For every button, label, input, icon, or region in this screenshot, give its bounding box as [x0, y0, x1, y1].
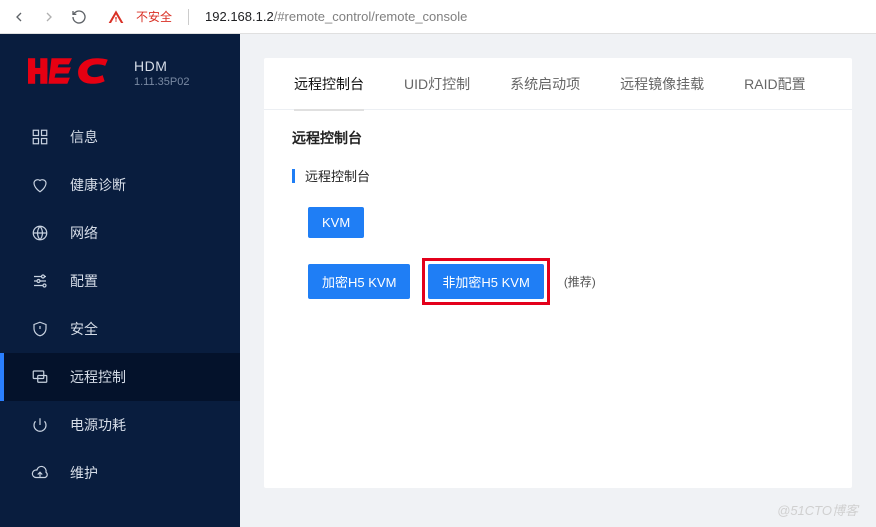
url-host: 192.168.1.2 [205, 9, 274, 24]
sidebar-item-label: 信息 [70, 127, 98, 147]
sidebar-item-power[interactable]: 电源功耗 [0, 401, 240, 449]
unencrypted-h5-kvm-button[interactable]: 非加密H5 KVM [428, 264, 543, 299]
browser-bar: 不安全 192.168.1.2/#remote_control/remote_c… [0, 0, 876, 34]
sidebar-nav: 信息 健康诊断 网络 配置 安全 远程控制 [0, 113, 240, 497]
brand-version: 1.11.35P02 [134, 76, 189, 88]
not-secure-label: 不安全 [136, 8, 172, 25]
watermark: @51CTO博客 [777, 500, 858, 519]
warning-icon [108, 9, 124, 25]
sidebar-item-network[interactable]: 网络 [0, 209, 240, 257]
brand: HDM 1.11.35P02 [0, 52, 240, 113]
divider [188, 9, 189, 25]
kvm-button[interactable]: KVM [308, 207, 364, 238]
brand-title: HDM [134, 58, 189, 74]
url-path: /#remote_control/remote_console [274, 9, 468, 24]
sidebar-item-label: 配置 [70, 271, 98, 291]
sidebar-item-label: 安全 [70, 319, 98, 339]
tab-uid[interactable]: UID灯控制 [384, 58, 490, 110]
shield-icon [30, 319, 50, 339]
sidebar-item-label: 电源功耗 [70, 415, 126, 435]
encrypted-h5-kvm-button[interactable]: 加密H5 KVM [308, 264, 410, 299]
address-bar[interactable]: 192.168.1.2/#remote_control/remote_conso… [205, 9, 467, 24]
forward-icon[interactable] [38, 6, 60, 28]
sidebar-item-config[interactable]: 配置 [0, 257, 240, 305]
heart-icon [30, 175, 50, 195]
monitor-icon [30, 367, 50, 387]
sidebar-item-label: 网络 [70, 223, 98, 243]
back-icon[interactable] [8, 6, 30, 28]
sidebar-item-label: 健康诊断 [70, 175, 126, 195]
sub-title: 远程控制台 [264, 160, 852, 201]
tabs: 远程控制台 UID灯控制 系统启动项 远程镜像挂载 RAID配置 [264, 58, 852, 110]
cloud-icon [30, 463, 50, 483]
sidebar-item-info[interactable]: 信息 [0, 113, 240, 161]
tab-remote-image[interactable]: 远程镜像挂载 [600, 58, 724, 110]
content-panel: 远程控制台 UID灯控制 系统启动项 远程镜像挂载 RAID配置 远程控制台 远… [264, 58, 852, 488]
tab-raid[interactable]: RAID配置 [724, 58, 825, 110]
sidebar-item-security[interactable]: 安全 [0, 305, 240, 353]
section-title: 远程控制台 [264, 110, 852, 160]
tab-boot[interactable]: 系统启动项 [490, 58, 600, 110]
h3c-logo [28, 58, 120, 89]
sliders-icon [30, 271, 50, 291]
sidebar-item-health[interactable]: 健康诊断 [0, 161, 240, 209]
sidebar-item-remote[interactable]: 远程控制 [0, 353, 240, 401]
recommended-note: (推荐) [564, 273, 596, 290]
sidebar-item-maintain[interactable]: 维护 [0, 449, 240, 497]
power-icon [30, 415, 50, 435]
sidebar-item-label: 远程控制 [70, 367, 126, 387]
reload-icon[interactable] [68, 6, 90, 28]
main: 远程控制台 UID灯控制 系统启动项 远程镜像挂载 RAID配置 远程控制台 远… [240, 34, 876, 527]
grid-icon [30, 127, 50, 147]
globe-icon [30, 223, 50, 243]
sidebar-item-label: 维护 [70, 463, 98, 483]
sidebar: HDM 1.11.35P02 信息 健康诊断 网络 配置 [0, 34, 240, 527]
highlight-box: 非加密H5 KVM [422, 258, 549, 305]
tab-remote-console[interactable]: 远程控制台 [274, 58, 384, 110]
